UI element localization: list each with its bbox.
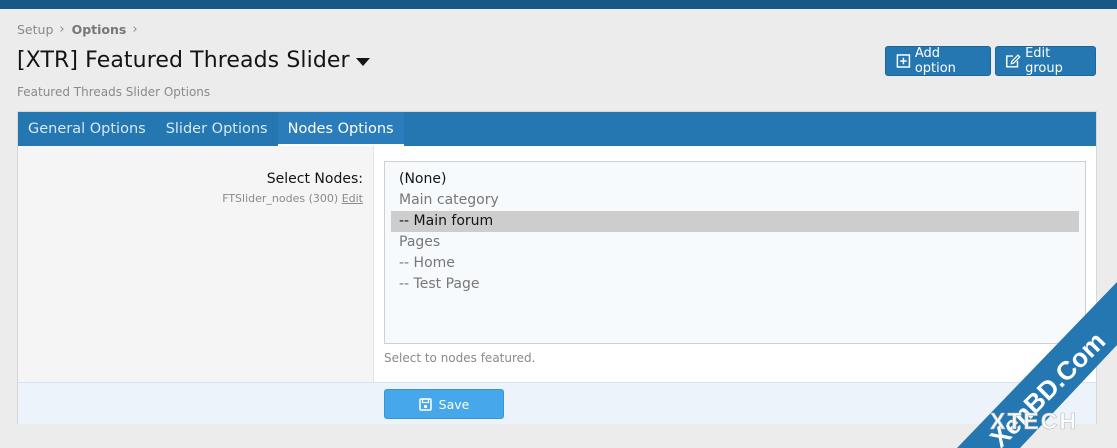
edit-group-label: Edit group: [1025, 46, 1063, 76]
option-edit-link[interactable]: Edit: [342, 192, 363, 205]
option-label-column: Select Nodes: FTSlider_nodes (300) Edit: [18, 146, 374, 382]
title-row: [XTR] Featured Threads Slider: [17, 48, 370, 73]
option-row: Select Nodes: FTSlider_nodes (300) Edit …: [18, 146, 1096, 382]
list-item[interactable]: -- Main forum: [391, 211, 1079, 232]
breadcrumb: Setup › Options ›: [17, 22, 145, 37]
chevron-right-icon: ›: [132, 22, 138, 37]
edit-group-button[interactable]: Edit group: [995, 46, 1096, 76]
add-option-button[interactable]: Add option: [885, 46, 991, 76]
chevron-right-icon: ›: [59, 22, 65, 37]
breadcrumb-setup[interactable]: Setup: [17, 22, 53, 37]
list-item[interactable]: Main category: [391, 190, 1079, 211]
top-bar: [0, 0, 1117, 9]
tab-general-options[interactable]: General Options: [18, 112, 156, 146]
page-title: [XTR] Featured Threads Slider: [17, 48, 350, 73]
list-item[interactable]: Pages: [391, 232, 1079, 253]
nodes-select-list[interactable]: (None) Main category -- Main forum Pages…: [384, 161, 1086, 344]
save-icon: [418, 397, 432, 411]
page-subtitle: Featured Threads Slider Options: [17, 85, 211, 99]
list-item[interactable]: -- Home: [391, 253, 1079, 274]
form-footer: Save: [18, 382, 1096, 424]
options-panel: General Options Slider Options Nodes Opt…: [17, 111, 1097, 424]
caret-down-icon[interactable]: [355, 57, 370, 66]
field-explain: Select to nodes featured.: [384, 351, 536, 365]
add-option-label: Add option: [914, 46, 956, 76]
tab-bar: General Options Slider Options Nodes Opt…: [18, 112, 1096, 146]
select-nodes-label: Select Nodes:: [266, 171, 363, 187]
list-item[interactable]: (None): [391, 169, 1079, 190]
breadcrumb-options[interactable]: Options: [72, 22, 127, 37]
edit-icon: [1006, 54, 1021, 68]
option-hint: FTSlider_nodes (300) Edit: [222, 192, 363, 205]
tab-slider-options[interactable]: Slider Options: [156, 112, 278, 146]
plus-square-icon: [896, 54, 911, 68]
save-label: Save: [438, 396, 470, 412]
option-id: FTSlider_nodes (300): [222, 192, 339, 205]
save-button[interactable]: Save: [384, 389, 504, 419]
option-input-column: (None) Main category -- Main forum Pages…: [374, 146, 1096, 382]
list-item[interactable]: -- Test Page: [391, 274, 1079, 295]
tab-nodes-options[interactable]: Nodes Options: [277, 112, 404, 146]
